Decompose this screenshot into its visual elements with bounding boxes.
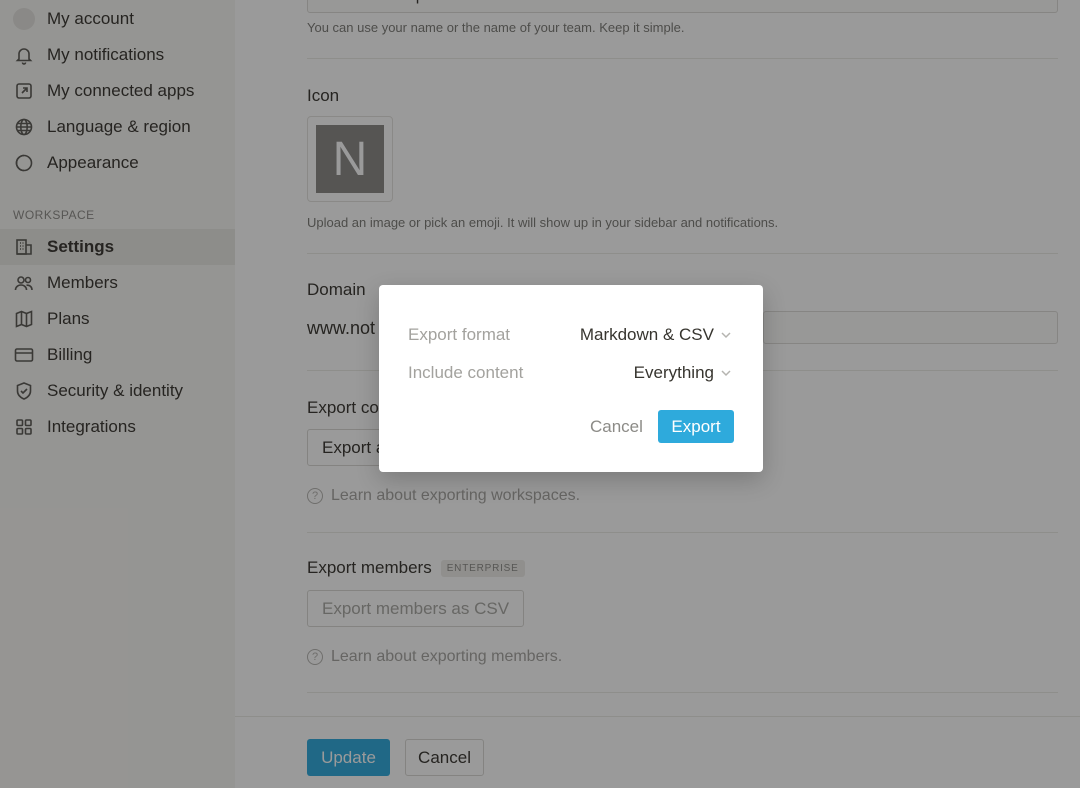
modal-export-button[interactable]: Export [658,410,734,443]
chevron-down-icon [720,367,732,379]
chevron-down-icon [720,329,732,341]
export-format-value: Markdown & CSV [579,325,714,344]
export-dialog: Export format Markdown & CSV Include con… [379,285,763,472]
include-content-label: Include content [408,363,524,382]
modal-cancel-button[interactable]: Cancel [590,417,643,437]
export-format-label: Export format [408,325,511,344]
include-content-value: Everything [633,363,714,382]
export-format-select[interactable]: Markdown & CSV [580,325,732,345]
include-content-select[interactable]: Everything [634,363,732,383]
